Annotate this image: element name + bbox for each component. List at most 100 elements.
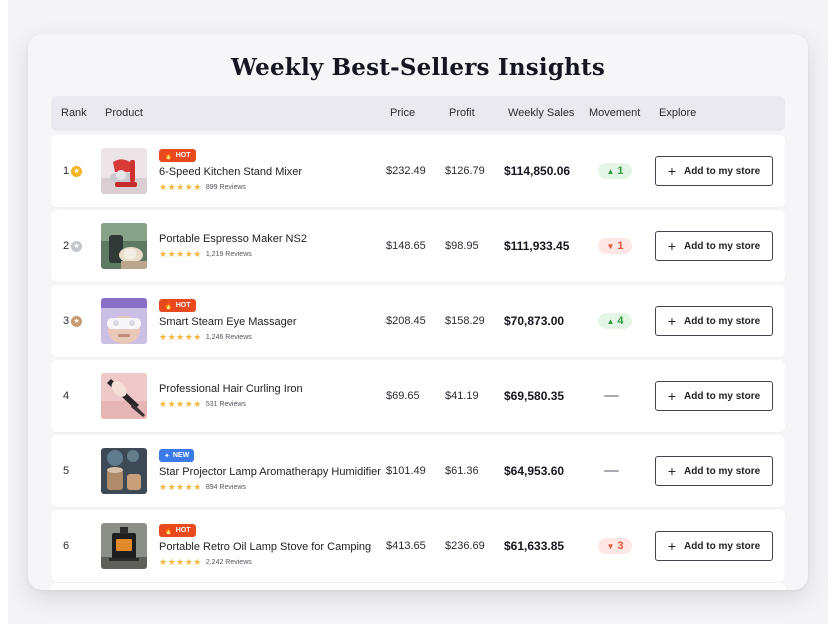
header-product: Product [105, 107, 143, 119]
review-count: 2,242 Reviews [205, 559, 252, 566]
page-title: Weekly Best-Sellers Insights [230, 54, 606, 81]
header-weekly-sales: Weekly Sales [508, 107, 575, 119]
price-cell: $148.65 [386, 240, 426, 252]
product-name[interactable]: Smart Steam Eye Massager [159, 316, 379, 328]
header-profit: Profit [449, 107, 475, 119]
table-row: 1 ★ 🔥 HOT 6-Speed Kitchen Stand Mixer ★★★… [51, 135, 785, 207]
best-sellers-card: Weekly Best-Sellers Insights Rank Produc… [28, 34, 808, 590]
star-rating-icon: ★★★★★ [159, 398, 202, 409]
review-count: 531 Reviews [205, 400, 246, 408]
arrow-down-icon: ▼ [606, 241, 615, 251]
header-movement: Movement [589, 107, 641, 119]
rank-cell: 5 [63, 435, 69, 507]
product-name[interactable]: Professional Hair Curling Iron [159, 383, 379, 395]
movement-up-badge: ▲ 4 [598, 313, 632, 329]
arrow-up-icon: ▲ [606, 166, 615, 176]
product-name[interactable]: Portable Retro Oil Lamp Stove for Campin… [159, 541, 379, 553]
product-rating: ★★★★★ 1,219 Reviews [159, 249, 379, 260]
product-image[interactable] [101, 523, 147, 569]
rank-cell: 1 ★ [63, 135, 83, 207]
table-header: Rank Product Price Profit Weekly Sales M… [51, 96, 785, 131]
star-rating-icon: ★★★★★ [159, 482, 202, 492]
sparkle-icon: ✦ [164, 452, 170, 460]
table-row-partial [51, 583, 785, 590]
gold-medal-icon: ★ [71, 165, 83, 177]
rank-cell: 2 ★ [63, 210, 83, 282]
new-badge: ✦ NEW [159, 449, 195, 462]
plus-icon: + [667, 163, 677, 179]
rank-number: 4 [63, 390, 70, 402]
product-info: 🔥 HOT Smart Steam Eye Massager ★★★★★ 1,24… [159, 285, 379, 357]
product-image[interactable] [101, 373, 147, 419]
add-to-store-button[interactable]: + Add to my store [655, 156, 773, 186]
product-image[interactable] [101, 223, 147, 269]
review-count: 894 Reviews [205, 484, 246, 491]
profit-cell: $126.79 [445, 165, 485, 177]
weekly-sales-cell: $69,580.35 [504, 389, 565, 403]
add-to-store-button[interactable]: + Add to my store [655, 381, 773, 411]
weekly-sales-cell: $64,953.60 [504, 464, 565, 478]
price-cell: $69.65 [386, 390, 420, 402]
add-to-store-button[interactable]: + Add to my store [655, 231, 773, 261]
fire-icon: 🔥 [164, 302, 173, 310]
fire-icon: 🔥 [164, 152, 173, 160]
product-info: ✦ NEW Star Projector Lamp Aromatherapy Hu… [159, 435, 381, 507]
arrow-down-icon: ▼ [606, 541, 615, 551]
product-image[interactable] [101, 298, 147, 344]
rank-number: 5 [63, 465, 70, 477]
arrow-up-icon: ▲ [606, 316, 615, 326]
no-movement-dash [604, 395, 619, 397]
profit-cell: $61.36 [445, 465, 479, 477]
plus-icon: + [667, 313, 677, 329]
hot-badge: 🔥 HOT [159, 149, 196, 162]
weekly-sales-cell: $114,850.06 [504, 164, 571, 178]
add-to-store-button[interactable]: + Add to my store [655, 306, 773, 336]
add-to-store-button[interactable]: + Add to my store [655, 531, 773, 561]
movement-down-badge: ▼ 1 [598, 238, 632, 254]
price-cell: $208.45 [386, 315, 426, 327]
product-info: 🔥 HOT Portable Retro Oil Lamp Stove for C… [159, 510, 379, 582]
product-info: Portable Espresso Maker NS2 ★★★★★ 1,219 … [159, 210, 379, 282]
product-info: 🔥 HOT 6-Speed Kitchen Stand Mixer ★★★★★ 8… [159, 135, 379, 207]
product-name[interactable]: Star Projector Lamp Aromatherapy Humidif… [159, 466, 381, 478]
rank-number: 6 [63, 540, 70, 552]
star-rating-icon: ★★★★★ [159, 182, 202, 192]
silver-medal-icon: ★ [71, 240, 83, 252]
review-count: 1,246 Reviews [205, 334, 252, 341]
product-image[interactable] [101, 148, 147, 194]
review-count: 1,219 Reviews [205, 250, 252, 258]
plus-icon: + [667, 238, 677, 254]
profit-cell: $41.19 [445, 390, 479, 402]
weekly-sales-cell: $111,933.45 [504, 239, 570, 253]
movement-down-badge: ▼ 3 [598, 538, 632, 554]
hot-badge: 🔥 HOT [159, 524, 196, 537]
price-cell: $413.65 [386, 540, 426, 552]
rank-number: 3 [63, 315, 70, 327]
plus-icon: + [667, 388, 677, 404]
product-name[interactable]: Portable Espresso Maker NS2 [159, 233, 379, 245]
star-rating-icon: ★★★★★ [159, 248, 202, 259]
table-row: 4 Professional Hair Curling Iron ★★★★★ 5… [51, 360, 785, 432]
star-rating-icon: ★★★★★ [159, 332, 202, 342]
table-row: 6 🔥 HOT Portable Retro Oil Lamp Stove for… [51, 510, 785, 582]
add-to-store-button[interactable]: + Add to my store [655, 456, 773, 486]
table-row: 3 ★ 🔥 HOT Smart Steam Eye Massager ★★★★★ … [51, 285, 785, 357]
price-cell: $101.49 [386, 465, 426, 477]
header-price: Price [390, 107, 416, 119]
product-image[interactable] [101, 448, 147, 494]
product-name[interactable]: 6-Speed Kitchen Stand Mixer [159, 166, 379, 178]
rank-number: 2 [63, 240, 70, 252]
product-rating: ★★★★★ 894 Reviews [159, 482, 379, 493]
profit-cell: $236.69 [445, 540, 485, 552]
review-count: 899 Reviews [205, 184, 246, 191]
no-movement-dash [604, 470, 619, 472]
rank-cell: 4 [63, 360, 69, 432]
price-cell: $232.49 [386, 165, 426, 177]
table-row: 2 ★ Portable Espresso Maker NS2 ★★★★★ 1,… [51, 210, 785, 282]
star-rating-icon: ★★★★★ [159, 557, 202, 567]
weekly-sales-cell: $70,873.00 [504, 314, 565, 328]
plus-icon: + [667, 538, 677, 554]
rank-number: 1 [63, 165, 70, 177]
table-row: 5 ✦ NEW Star Projector Lamp Aromatherapy … [51, 435, 785, 507]
product-info: Professional Hair Curling Iron ★★★★★ 531… [159, 360, 379, 432]
